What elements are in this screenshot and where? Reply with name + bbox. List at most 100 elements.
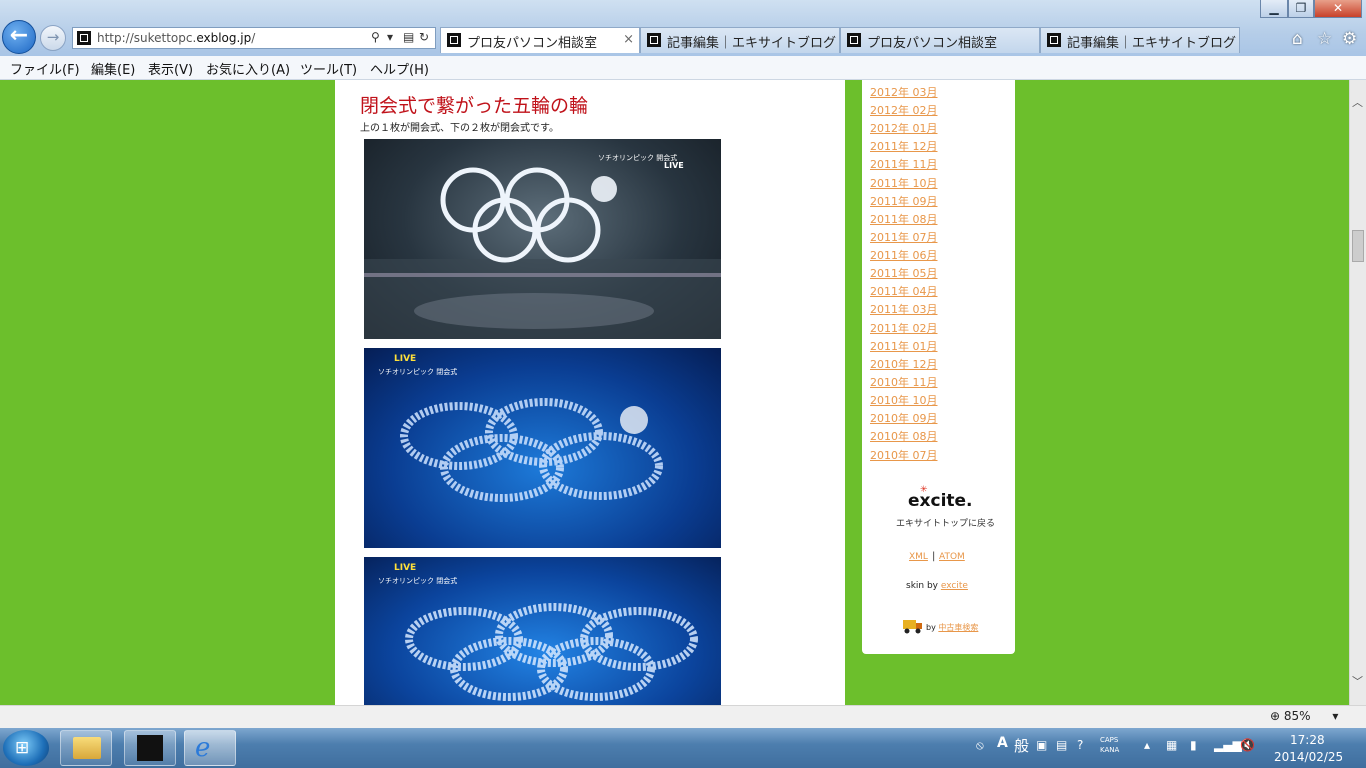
skin-credit-label: skin by — [906, 581, 941, 591]
menu-bar: ファイル(F) 編集(E) 表示(V) お気に入り(A) ツール(T) ヘルプ(… — [0, 56, 1366, 80]
ime-dictionary-icon[interactable]: ▤ — [1056, 738, 1067, 752]
taskbar-ie-button[interactable]: e — [184, 730, 236, 766]
excite-top-link[interactable]: エキサイトトップに戻る — [896, 516, 995, 529]
search-icon[interactable]: ⚲ — [371, 30, 380, 44]
clock-time[interactable]: 17:28 — [1290, 733, 1325, 747]
menu-edit[interactable]: 編集(E) — [91, 59, 135, 78]
archive-link[interactable]: 2011年 10月 — [870, 175, 938, 191]
folder-icon — [73, 737, 101, 759]
zoom-icon: ⊕ — [1270, 709, 1281, 723]
tray-shield-icon[interactable]: ⦸ — [976, 738, 984, 753]
archive-link[interactable]: 2011年 08月 — [870, 211, 938, 227]
power-icon[interactable]: ▮ — [1190, 738, 1197, 752]
archive-link[interactable]: 2010年 11月 — [870, 374, 938, 390]
zoom-dropdown-icon[interactable]: ▾ — [1332, 709, 1338, 723]
tab-3[interactable]: プロ友パソコン相談室 — [840, 27, 1040, 53]
archive-link[interactable]: 2011年 12月 — [870, 138, 938, 154]
tray-app-icon[interactable]: ▦ — [1166, 738, 1177, 752]
tray-expand-icon[interactable]: ▴ — [1144, 738, 1150, 752]
tab-1[interactable]: プロ友パソコン相談室 × — [440, 27, 640, 53]
url-text[interactable]: http://sukettopc.exblog.jp/ — [97, 31, 255, 45]
archive-link[interactable]: 2011年 03月 — [870, 301, 938, 317]
help-icon[interactable]: ? — [1077, 738, 1083, 752]
browser-window: ← → http://sukettopc.exblog.jp/ ⚲ ▾ ▤ ↻ … — [0, 0, 1366, 768]
zoom-level[interactable]: ⊕ 85% ▾ — [1270, 709, 1338, 723]
archive-link[interactable]: 2011年 01月 — [870, 338, 938, 354]
vertical-scrollbar[interactable]: ︿ ﹀ — [1349, 80, 1366, 705]
start-button[interactable]: ⊞ — [3, 730, 49, 766]
dropdown-icon[interactable]: ▾ — [387, 30, 393, 44]
archive-link[interactable]: 2011年 05月 — [870, 265, 938, 281]
menu-view[interactable]: 表示(V) — [148, 59, 193, 78]
post-title[interactable]: 閉会式で繋がった五輪の輪 — [360, 91, 588, 118]
used-car-search-link[interactable]: 中古車検索 — [938, 623, 978, 632]
ime-kanji[interactable]: 般 — [1014, 735, 1029, 756]
menu-tools[interactable]: ツール(T) — [300, 59, 357, 78]
atom-feed-link[interactable]: ATOM — [939, 552, 965, 562]
scroll-up-icon[interactable]: ︿ — [1352, 94, 1363, 110]
olympic-rings-photo-closing-2: LIVE ソチオリンピック 閉会式 — [364, 557, 721, 705]
close-tab-icon[interactable]: × — [623, 32, 634, 47]
taskbar-explorer-button[interactable] — [60, 730, 112, 766]
archive-link[interactable]: 2010年 08月 — [870, 428, 938, 444]
scroll-down-icon[interactable]: ﹀ — [1352, 673, 1363, 689]
taskbar-app-button[interactable] — [124, 730, 176, 766]
refresh-icon[interactable]: ↻ — [419, 30, 429, 44]
clock-date[interactable]: 2014/02/25 — [1274, 750, 1343, 764]
tab-4[interactable]: 記事編集｜エキサイトブログ — [1040, 27, 1240, 53]
zoom-value: 85% — [1283, 709, 1311, 723]
archive-link[interactable]: 2010年 12月 — [870, 356, 938, 372]
archive-link[interactable]: 2011年 06月 — [870, 247, 938, 263]
archive-link[interactable]: 2011年 04月 — [870, 283, 938, 299]
archive-link[interactable]: 2010年 09月 — [870, 410, 938, 426]
skin-excite-link[interactable]: excite — [941, 581, 968, 591]
site-favicon-icon — [77, 31, 91, 45]
blog-sidebar: 2012年 03月 2012年 02月 2012年 01月 2011年 12月 … — [862, 80, 1015, 654]
menu-file[interactable]: ファイル(F) — [10, 59, 80, 78]
home-icon[interactable]: ⌂ — [1292, 29, 1303, 49]
scrollbar-thumb[interactable] — [1352, 230, 1364, 262]
back-button[interactable]: ← — [2, 20, 36, 54]
network-icon[interactable]: ▂▄▆ — [1214, 738, 1242, 752]
archive-link[interactable]: 2010年 10月 — [870, 392, 938, 408]
windows-taskbar: ⊞ e ⦸ A 般 ▣ ▤ ? CAPS KANA ▴ ▦ ▮ ▂▄▆ 🔇 17:… — [0, 728, 1366, 768]
live-badge: LIVE — [394, 563, 417, 573]
truck-icon[interactable] — [902, 617, 924, 634]
tab-2[interactable]: 記事編集｜エキサイトブログ — [640, 27, 840, 53]
address-bar[interactable]: http://sukettopc.exblog.jp/ ⚲ ▾ ▤ ↻ — [72, 27, 436, 49]
ime-tool-icon[interactable]: ▣ — [1036, 738, 1047, 752]
close-window-button[interactable]: ✕ — [1314, 0, 1362, 18]
maximize-button[interactable]: ❐ — [1288, 0, 1314, 18]
volume-muted-icon[interactable]: 🔇 — [1240, 738, 1255, 752]
caps-kana-indicator: CAPS KANA — [1100, 735, 1119, 755]
tab-label: プロ友パソコン相談室 — [867, 36, 998, 51]
tab-label: 記事編集｜エキサイトブログ — [667, 36, 837, 51]
xml-feed-link[interactable]: XML — [909, 552, 928, 562]
compat-view-icon[interactable]: ▤ — [403, 30, 414, 44]
ime-mode[interactable]: A — [997, 735, 1008, 751]
closing-rings-graphic-1 — [400, 398, 663, 502]
archive-link[interactable]: 2012年 02月 — [870, 102, 938, 118]
settings-gear-icon[interactable]: ⚙ — [1342, 29, 1357, 49]
post-caption: 上の１枚が開会式、下の２枚が閉会式です。 — [360, 123, 559, 134]
archive-link[interactable]: 2010年 07月 — [870, 447, 938, 463]
photo-overlay-text: ソチオリンピック 閉会式 — [378, 368, 458, 376]
internet-explorer-icon: e — [195, 733, 211, 763]
archive-link[interactable]: 2012年 03月 — [870, 84, 938, 100]
minimize-button[interactable]: ▁ — [1260, 0, 1288, 18]
ad-credit-label: by — [926, 623, 939, 632]
favorites-star-icon[interactable]: ☆ — [1317, 29, 1332, 49]
ad-credit: by 中古車検索 — [926, 622, 978, 633]
archive-link[interactable]: 2011年 11月 — [870, 156, 938, 172]
menu-favorites[interactable]: お気に入り(A) — [206, 59, 290, 78]
archive-link[interactable]: 2011年 07月 — [870, 229, 938, 245]
forward-button[interactable]: → — [40, 25, 66, 51]
archive-link[interactable]: 2012年 01月 — [870, 120, 938, 136]
live-badge: LIVE — [394, 354, 417, 364]
archive-link[interactable]: 2011年 09月 — [870, 193, 938, 209]
menu-help[interactable]: ヘルプ(H) — [370, 59, 429, 78]
excite-logo[interactable]: excite. — [908, 491, 973, 511]
archive-link[interactable]: 2011年 02月 — [870, 320, 938, 336]
tab-favicon-icon — [447, 33, 461, 47]
olympic-rings-photo-closing-1: LIVE ソチオリンピック 閉会式 — [364, 348, 721, 548]
